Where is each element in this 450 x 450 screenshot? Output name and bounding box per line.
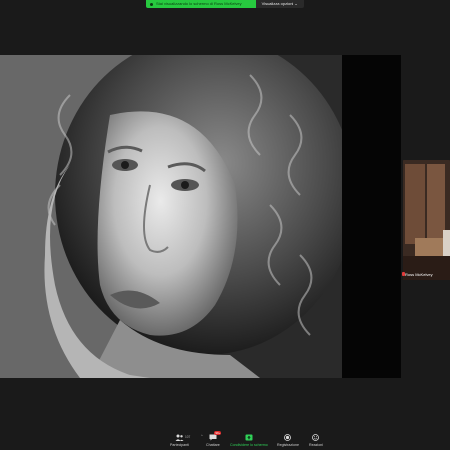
shared-screen bbox=[0, 55, 401, 378]
participants-count: 107 bbox=[184, 435, 191, 439]
sharing-dot-icon bbox=[150, 2, 153, 6]
participants-label: Partecipanti bbox=[170, 443, 189, 447]
screen-share-banner: Stai visualizzando lo schermo di Ross Mc… bbox=[146, 0, 304, 8]
chat-button[interactable]: 99+ Chattare bbox=[206, 431, 222, 447]
emoji-icon bbox=[311, 433, 320, 441]
view-options-button[interactable]: Visualizza opzioni ⌄ bbox=[255, 0, 304, 8]
record-label: Registrazione bbox=[277, 443, 299, 447]
chat-badge: 99+ bbox=[214, 431, 222, 435]
chevron-up-icon: ^ bbox=[200, 434, 203, 438]
reactions-button[interactable]: Reazioni bbox=[309, 433, 323, 447]
record-icon bbox=[283, 433, 292, 441]
participant-name: Ross McKelvey bbox=[405, 272, 433, 277]
shared-photo bbox=[0, 55, 342, 378]
chat-label: Chattare bbox=[206, 443, 220, 447]
sharing-text: Stai visualizzando lo schermo di Ross Mc… bbox=[156, 1, 242, 6]
participant-video-thumbnail[interactable] bbox=[403, 160, 450, 280]
people-icon: 107 ^ bbox=[175, 433, 203, 441]
reactions-label: Reazioni bbox=[309, 443, 323, 447]
share-screen-label: Condividere lo schermo bbox=[230, 443, 268, 447]
record-button[interactable]: Registrazione bbox=[277, 433, 299, 447]
share-screen-button[interactable]: Condividere lo schermo bbox=[230, 433, 268, 447]
chat-icon: 99+ bbox=[208, 431, 222, 441]
portrait-image bbox=[0, 55, 342, 378]
meeting-toolbar: 107 ^ Partecipanti 99+ Chattare Condivid… bbox=[0, 431, 450, 450]
share-screen-icon bbox=[244, 433, 253, 441]
sharing-indicator: Stai visualizzando lo schermo di Ross Mc… bbox=[146, 0, 256, 8]
participants-button[interactable]: 107 ^ Partecipanti bbox=[170, 433, 203, 447]
